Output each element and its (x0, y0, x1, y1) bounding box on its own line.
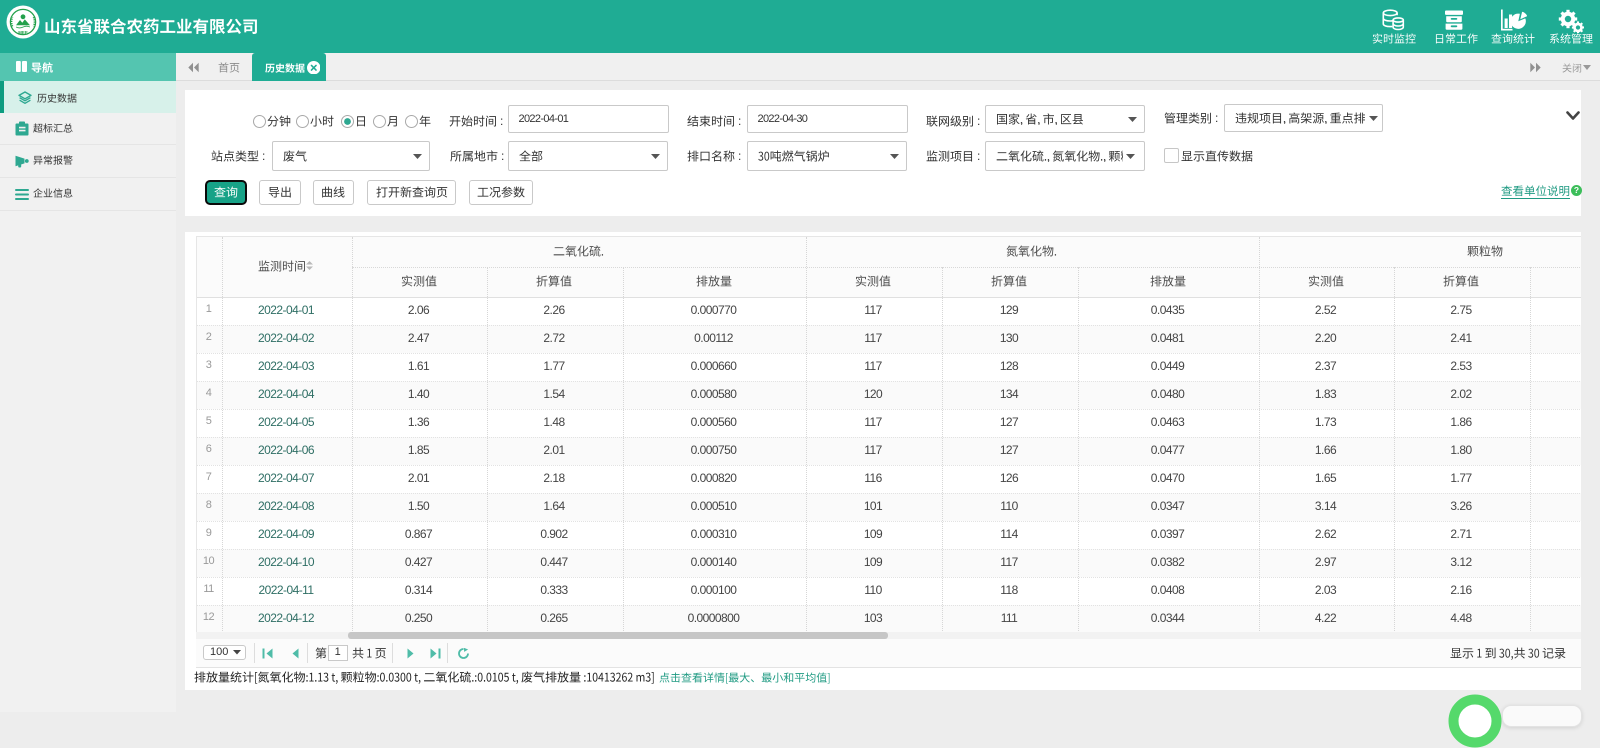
svg-text:?: ? (1574, 185, 1579, 195)
svg-text:MEE: MEE (18, 30, 28, 35)
